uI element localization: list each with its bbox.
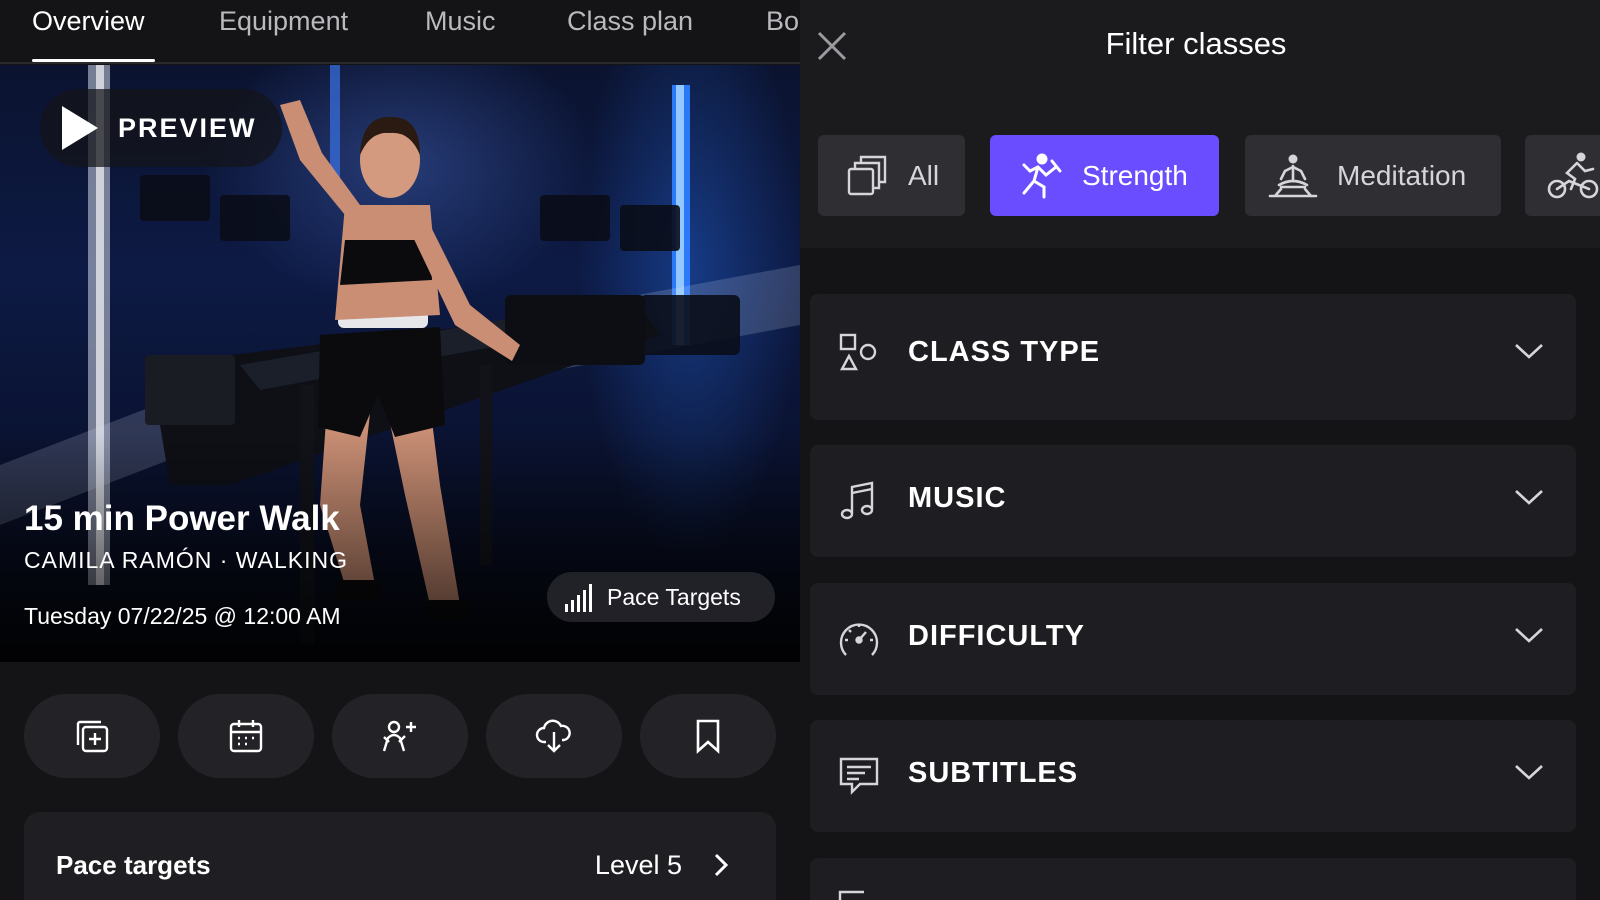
invite-button[interactable] bbox=[332, 694, 468, 778]
play-icon bbox=[62, 106, 98, 150]
filter-section-next[interactable] bbox=[810, 858, 1576, 900]
cloud-download-icon bbox=[535, 719, 571, 753]
class-title: 15 min Power Walk bbox=[24, 499, 340, 538]
stack-icon bbox=[847, 155, 887, 195]
stack-add-icon bbox=[76, 720, 109, 753]
preview-label: PREVIEW bbox=[118, 112, 257, 143]
pace-targets-title: Pace targets bbox=[56, 850, 211, 880]
filter-section-difficulty[interactable]: DIFFICULTY bbox=[810, 583, 1576, 695]
cycling-icon bbox=[1547, 152, 1599, 198]
filter-section-music[interactable]: MUSIC bbox=[810, 445, 1576, 557]
tab-overview[interactable]: Overview bbox=[32, 6, 145, 37]
filter-section-subtitles[interactable]: SUBTITLES bbox=[810, 720, 1576, 832]
tab-bo[interactable]: Bo bbox=[766, 6, 799, 37]
add-to-stack-button[interactable] bbox=[24, 694, 160, 778]
pace-targets-badge-label: Pace Targets bbox=[607, 583, 741, 610]
filter-header: Filter classes All Strength Meditation bbox=[800, 0, 1600, 248]
gauge-icon bbox=[839, 623, 879, 656]
download-button[interactable] bbox=[486, 694, 622, 778]
pace-targets-row[interactable]: Pace targets Level 5 bbox=[24, 812, 776, 900]
filter-section-subtitles-label: SUBTITLES bbox=[908, 757, 1079, 789]
class-air-date: Tuesday 07/22/25 @ 12:00 AM bbox=[24, 603, 341, 629]
class-action-bar bbox=[24, 694, 776, 778]
chevron-down-icon bbox=[1515, 765, 1543, 780]
music-note-icon bbox=[840, 481, 874, 520]
filter-section-class-type-label: CLASS TYPE bbox=[908, 336, 1101, 368]
partial-icon bbox=[838, 890, 864, 900]
pace-targets-badge: Pace Targets bbox=[547, 572, 775, 622]
filter-section-difficulty-label: DIFFICULTY bbox=[908, 620, 1085, 652]
bookmark-icon bbox=[696, 719, 720, 754]
active-tab-indicator bbox=[32, 59, 155, 62]
filter-classes-panel: Filter classes All Strength Meditation C… bbox=[800, 0, 1600, 900]
tab-class-plan[interactable]: Class plan bbox=[567, 6, 693, 37]
chevron-down-icon bbox=[1515, 344, 1543, 359]
tab-equipment[interactable]: Equipment bbox=[219, 6, 348, 37]
filter-title: Filter classes bbox=[1105, 26, 1287, 61]
chevron-down-icon bbox=[1515, 490, 1543, 505]
class-detail-panel: Overview Equipment Music Class plan Bo P… bbox=[0, 0, 800, 900]
tab-music[interactable]: Music bbox=[425, 6, 496, 37]
chip-all[interactable]: All bbox=[818, 135, 965, 216]
subtitles-icon bbox=[839, 757, 879, 795]
class-instructor-discipline: CAMILA RAMÓN · WALKING bbox=[24, 547, 349, 573]
schedule-button[interactable] bbox=[178, 694, 314, 778]
detail-tab-bar: Overview Equipment Music Class plan Bo bbox=[0, 0, 800, 64]
strength-icon bbox=[1022, 153, 1062, 198]
chip-meditation[interactable]: Meditation bbox=[1245, 135, 1501, 216]
filter-section-music-label: MUSIC bbox=[908, 482, 1007, 514]
chip-cycling[interactable] bbox=[1525, 135, 1600, 216]
preview-button[interactable]: PREVIEW bbox=[40, 89, 282, 167]
class-preview-hero[interactable]: PREVIEW 15 min Power Walk CAMILA RAMÓN ·… bbox=[0, 65, 800, 662]
chevron-down-icon bbox=[1515, 628, 1543, 643]
signal-bars-icon bbox=[565, 584, 592, 612]
user-add-icon bbox=[382, 720, 416, 752]
meditation-icon bbox=[1268, 154, 1318, 197]
chip-all-label: All bbox=[908, 159, 940, 191]
chip-meditation-label: Meditation bbox=[1337, 159, 1467, 191]
filter-section-class-type[interactable]: CLASS TYPE bbox=[810, 294, 1576, 420]
pace-targets-level: Level 5 bbox=[594, 850, 682, 880]
bookmark-button[interactable] bbox=[640, 694, 776, 778]
chip-strength-label: Strength bbox=[1082, 159, 1188, 191]
chip-strength[interactable]: Strength bbox=[990, 135, 1219, 216]
shapes-icon bbox=[839, 333, 877, 371]
chevron-right-icon bbox=[714, 853, 729, 877]
calendar-icon bbox=[229, 720, 263, 753]
